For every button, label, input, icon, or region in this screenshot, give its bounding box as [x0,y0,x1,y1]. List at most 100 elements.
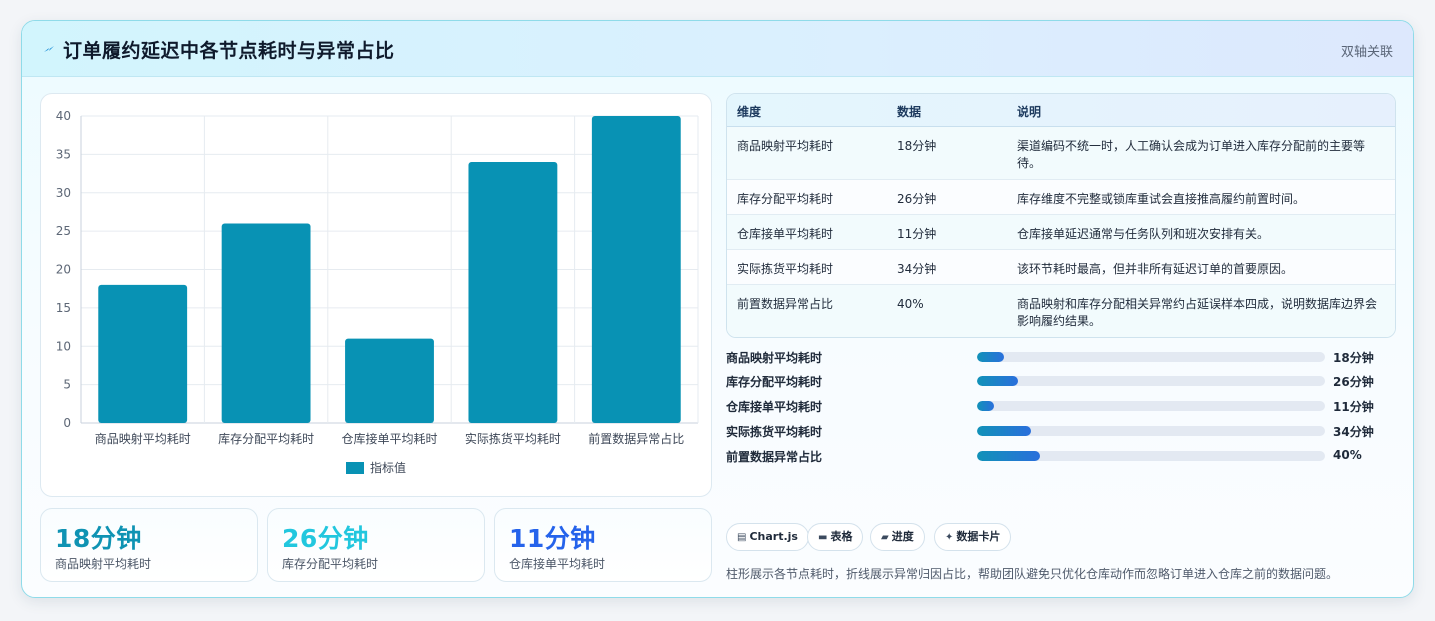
y-tick-label: 10 [56,339,71,353]
chip-label: Chart.js [749,530,798,543]
progress-row: 商品映射平均耗时 18分钟 [726,347,1396,367]
dashboard-card: 订单履约延迟中各节点耗时与异常占比 双轴关联 0 5 10 15 20 25 30 35 40 商… [21,20,1414,598]
progress-fill [977,401,994,411]
x-tick-label: 库存分配平均耗时 [218,431,314,446]
progress-label: 库存分配平均耗时 [726,375,823,389]
table-header: 维度 数据 说明 [727,94,1395,127]
stat-label: 仓库接单平均耗时 [509,557,606,571]
col-header-description: 说明 [1017,105,1042,119]
cell-dimension: 仓库接单平均耗时 [737,227,834,241]
progress-row: 实际拣货平均耗时 34分钟 [726,421,1396,441]
legend-swatch [346,462,364,474]
footnote: 柱形展示各节点耗时，折线展示异常归因占比，帮助团队避免只优化仓库动作而忽略订单进… [726,567,1339,581]
col-header-data: 数据 [897,105,922,119]
bar-chart-panel: 0 5 10 15 20 25 30 35 40 商品映射平均耗时 库存分配平均耗时 仓库接单平均耗时… [40,93,712,497]
progress-track [977,376,1325,386]
sparkle-icon: ✦ [945,532,954,543]
y-tick-label: 40 [56,109,71,123]
progress-track [977,426,1325,436]
progress-value: 18分钟 [1333,351,1374,365]
stat-label: 库存分配平均耗时 [282,557,379,571]
chip-table[interactable]: ▬ 表格 [807,523,864,551]
table-row: 商品映射平均耗时 18分钟 渠道编码不统一时，人工确认会成为订单进入库存分配前的… [727,127,1395,180]
chip-progress[interactable]: ▰ 进度 [870,523,925,551]
cell-data: 26分钟 [897,192,937,206]
bar [221,223,311,423]
y-tick-label: 25 [56,224,71,238]
cell-description: 该环节耗时最高，但并非所有延迟订单的首要原因。 [1017,262,1294,276]
legend-label: 指标值 [370,460,406,475]
lightning-icon [44,46,54,52]
progress-track [977,401,1325,411]
chip-label: 进度 [891,530,914,543]
progress-list: 商品映射平均耗时 18分钟 库存分配平均耗时 26分钟 仓库接单平均耗时 11分… [726,347,1396,467]
bar [98,284,188,423]
progress-label: 仓库接单平均耗时 [726,400,823,414]
x-tick-label: 仓库接单平均耗时 [341,431,437,446]
progress-label: 实际拣货平均耗时 [726,425,823,439]
progress-fill [977,426,1031,436]
table-row: 实际拣货平均耗时 34分钟 该环节耗时最高，但并非所有延迟订单的首要原因。 [727,250,1395,285]
card-header: 订单履约延迟中各节点耗时与异常占比 双轴关联 [22,21,1413,77]
cell-dimension: 实际拣货平均耗时 [737,262,834,276]
cell-dimension: 前置数据异常占比 [737,297,834,311]
chip-chartjs[interactable]: ▤ Chart.js [726,523,809,551]
cell-data: 11分钟 [897,227,937,241]
bar-chart: 0 5 10 15 20 25 30 35 40 商品映射平均耗时 库存分配平均耗时 仓库接单平均耗时… [56,109,699,475]
col-header-dimension: 维度 [737,105,762,119]
progress-fill [977,352,1005,362]
cell-data: 18分钟 [897,139,937,153]
progress-label: 前置数据异常占比 [726,450,823,464]
stat-card-mapping: 18分钟 商品映射平均耗时 [40,508,258,582]
progress-value: 40% [1333,448,1362,462]
table-row: 前置数据异常占比 40% 商品映射和库存分配相关异常约占延误样本四成，说明数据库… [727,285,1395,337]
table-row: 库存分配平均耗时 26分钟 库存维度不完整或锁库重试会直接推高履约前置时间。 [727,180,1395,215]
progress-track [977,451,1325,461]
progress-track [977,352,1325,362]
bar [591,116,681,423]
folder-icon: ▰ [881,532,889,543]
table-icon: ▬ [818,532,828,543]
progress-label: 商品映射平均耗时 [726,351,823,365]
progress-fill [977,451,1041,461]
progress-row: 前置数据异常占比 40% [726,446,1396,466]
stat-card-receiving: 11分钟 仓库接单平均耗时 [494,508,712,582]
mode-tag: 双轴关联 [1340,45,1393,60]
y-tick-label: 30 [56,186,71,200]
x-tick-label: 商品映射平均耗时 [95,431,191,446]
y-tick-label: 0 [63,416,71,430]
y-tick-label: 35 [56,147,71,161]
progress-value: 11分钟 [1333,400,1374,414]
chart-icon: ▤ [737,532,747,543]
table-row: 仓库接单平均耗时 11分钟 仓库接单延迟通常与任务队列和班次安排有关。 [727,215,1395,250]
stat-card-allocation: 26分钟 库存分配平均耗时 [267,508,485,582]
cell-description: 商品映射和库存分配相关异常约占延误样本四成，说明数据库边界会影响履约结果。 [1017,297,1378,328]
y-tick-label: 15 [56,301,71,315]
page-title: 订单履约延迟中各节点耗时与异常占比 [63,40,395,62]
stat-label: 商品映射平均耗时 [55,557,152,571]
chip-label: 数据卡片 [956,530,1001,543]
progress-row: 仓库接单平均耗时 11分钟 [726,396,1396,416]
stat-value: 11分钟 [509,524,596,553]
cell-description: 库存维度不完整或锁库重试会直接推高履约前置时间。 [1017,192,1306,206]
chip-label: 表格 [830,530,853,543]
cell-data: 40% [897,297,924,311]
cell-data: 34分钟 [897,262,937,276]
bar [345,338,434,423]
x-tick-label: 实际拣货平均耗时 [465,431,561,446]
progress-value: 34分钟 [1333,425,1374,439]
cell-dimension: 库存分配平均耗时 [737,192,834,206]
stat-value: 18分钟 [55,524,142,553]
data-table: 维度 数据 说明 商品映射平均耗时 18分钟 渠道编码不统一时，人工确认会成为订… [726,93,1396,338]
cell-dimension: 商品映射平均耗时 [737,139,834,153]
x-tick-label: 前置数据异常占比 [588,431,684,446]
chip-data-card[interactable]: ✦ 数据卡片 [934,523,1012,551]
y-tick-label: 5 [63,378,71,392]
bar [468,162,558,424]
cell-description: 渠道编码不统一时，人工确认会成为订单进入库存分配前的主要等待。 [1017,139,1366,170]
progress-fill [977,376,1018,386]
y-tick-label: 20 [56,263,71,277]
progress-value: 26分钟 [1333,375,1374,389]
cell-description: 仓库接单延迟通常与任务队列和班次安排有关。 [1017,227,1270,241]
stat-value: 26分钟 [282,524,369,553]
